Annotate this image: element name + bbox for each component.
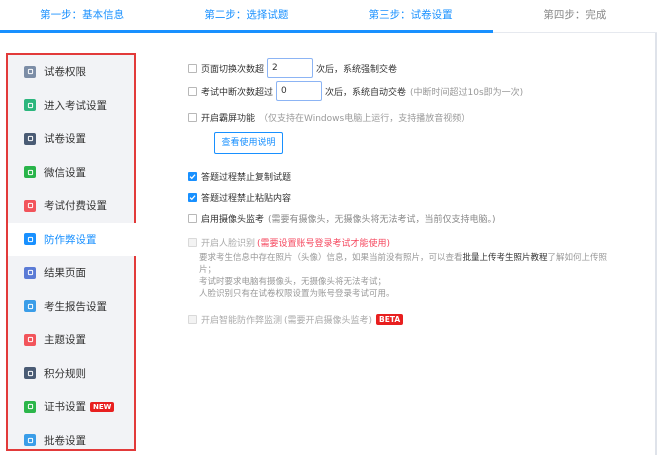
sidebar-item-result-page[interactable]: 结果页面 [8,256,134,290]
step-1-label: 第一步：基本信息 [40,9,125,21]
no-paste-checkbox[interactable] [188,193,197,202]
sidebar-item-label: 进入考试设置 [44,99,107,112]
exam-interrupt-checkbox[interactable] [188,86,197,96]
face-desc-line1-a: 要求考生信息中存在照片（头像）信息，如果当前没有照片，可以查看 [199,253,463,263]
camera-hint: (需要有摄像头，无摄像头将无法考试，当前仅支持电脑。) [268,215,496,225]
checkmark-icon [189,174,196,180]
face-checkbox[interactable] [188,238,197,247]
exam-interrupt-hint: (中断时间超过10s即为一次) [410,87,524,98]
sidebar-item-label: 考试付费设置 [44,200,107,213]
step-3[interactable]: 第三步：试卷设置 [328,0,493,33]
no-copy-label: 答题过程禁止复制试题 [201,173,292,183]
result-page-icon [24,266,36,279]
checkmark-icon [189,195,196,201]
page-switch-suffix: 次后，系统强制交卷 [316,64,398,75]
camera-checkbox[interactable] [188,214,197,223]
sidebar-item-anti-cheat[interactable]: 防作弊设置 [8,222,144,256]
step-2[interactable]: 第二步：选择试题 [164,0,329,33]
exam-interrupt-suffix: 次后，系统自动交卷 [325,87,407,98]
exam-interrupt-prefix: 考试中断次数超过 [201,87,274,98]
smart-monitor-label: 开启智能防作弊监测 [201,316,283,326]
page-switch-count-input[interactable] [267,58,314,78]
step-1-underline [0,30,165,33]
face-row: 开启人脸识别 (需要设置账号登录考试才能使用) [188,236,390,249]
no-copy-checkbox[interactable] [188,172,197,181]
sidebar-item-payment[interactable]: 考试付费设置 [8,189,134,223]
new-badge: NEW [90,401,115,412]
smart-monitor-hint: (需要开启摄像头监考) [284,316,373,326]
points-icon [24,367,36,380]
sidebar-item-label: 试卷权限 [44,66,86,79]
sidebar-item-label: 证书设置 [44,401,86,414]
grading-icon [24,434,36,447]
anti-cheat-icon [24,233,36,246]
enter-exam-icon [24,99,36,112]
permission-icon [24,65,36,78]
page-switch-row: 页面切换次数超 次后，系统强制交卷 [188,58,397,78]
sidebar-item-theme[interactable]: 主题设置 [8,323,134,357]
sidebar-item-permission[interactable]: 试卷权限 [8,55,134,89]
theme-icon [24,333,36,346]
fullscreen-checkbox[interactable] [188,113,197,122]
face-desc-line1: 要求考生信息中存在照片（头像）信息，如果当前没有照片，可以查看批量上传考生照片教… [199,252,619,276]
step-3-label: 第三步：试卷设置 [368,9,453,21]
sidebar-item-label: 主题设置 [44,334,86,347]
no-paste-row: 答题过程禁止粘贴内容 [188,191,291,204]
step-4[interactable]: 第四步：完成 [493,0,657,32]
sidebar-item-grading[interactable]: 批卷设置 [8,424,134,455]
fullscreen-hint: （仅支持在Windows电脑上运行，支持播放音视频） [259,114,471,124]
upload-photo-tutorial-link[interactable]: 批量上传考生照片教程 [463,253,548,263]
sidebar-item-label: 微信设置 [44,166,86,179]
beta-badge: BETA [376,314,404,325]
sidebar-item-wechat[interactable]: 微信设置 [8,156,134,190]
sidebar-item-enter-exam[interactable]: 进入考试设置 [8,89,134,123]
exam-interrupt-count-input[interactable] [276,81,323,101]
page-switch-checkbox[interactable] [188,63,197,73]
report-icon [24,300,36,313]
exam-interrupt-row: 考试中断次数超过 次后，系统自动交卷 (中断时间超过10s即为一次) [188,81,523,101]
wechat-icon [24,166,36,179]
payment-icon [24,199,36,212]
view-manual-button[interactable]: 查看使用说明 [214,132,283,154]
sidebar-item-label: 结果页面 [44,267,86,280]
face-description: 要求考生信息中存在照片（头像）信息，如果当前没有照片，可以查看批量上传考生照片教… [199,252,619,300]
face-desc-line3: 人脸识别只有在试卷权限设置为账号登录考试可用。 [199,289,395,299]
sidebar-item-label: 积分规则 [44,367,86,380]
sidebar-item-label: 试卷设置 [44,133,86,146]
smart-monitor-row: 开启智能防作弊监测 (需要开启摄像头监考) BETA [188,313,404,326]
face-desc-line2: 考试时要求电脑有摄像头，无摄像头将无法考试； [199,277,387,287]
paper-settings-icon [24,132,36,145]
sidebar-item-label: 批卷设置 [44,434,86,447]
anti-cheat-panel: 页面切换次数超 次后，系统强制交卷 考试中断次数超过 次后，系统自动交卷 (中断… [152,33,657,455]
settings-sidebar: 试卷权限进入考试设置 试卷设置微信设置考试付费设置 防作弊设置结果页面考生报告设置主… [6,53,144,451]
step-4-label: 第四步：完成 [543,9,607,21]
sidebar-item-label: 防作弊设置 [44,233,97,246]
no-paste-label: 答题过程禁止粘贴内容 [201,194,292,204]
fullscreen-row: 开启霸屏功能 （仅支持在Windows电脑上运行，支持播放音视频） [188,111,470,124]
smart-monitor-checkbox[interactable] [188,315,197,324]
camera-label: 启用摄像头监考 [201,215,265,225]
sidebar-item-paper-settings[interactable]: 试卷设置 [8,122,134,156]
step-1[interactable]: 第一步：基本信息 [0,0,165,33]
face-label: 开启人脸识别 [201,239,256,249]
sidebar-item-label: 考生报告设置 [44,300,107,313]
no-copy-row: 答题过程禁止复制试题 [188,170,291,183]
fullscreen-label: 开启霸屏功能 [201,114,256,124]
page-switch-prefix: 页面切换次数超 [201,64,265,75]
sidebar-item-certificate[interactable]: 证书设置 NEW [8,390,134,424]
camera-row: 启用摄像头监考 (需要有摄像头，无摄像头将无法考试，当前仅支持电脑。) [188,212,496,225]
sidebar-item-points[interactable]: 积分规则 [8,357,134,391]
certificate-icon [24,400,36,413]
sidebar-item-report[interactable]: 考生报告设置 [8,290,134,324]
step-2-label: 第二步：选择试题 [204,9,289,21]
face-warning: (需要设置账号登录考试才能使用) [257,239,391,249]
step-bar: 第一步：基本信息 第二步：选择试题 第三步：试卷设置 第四步：完成 [0,0,657,33]
